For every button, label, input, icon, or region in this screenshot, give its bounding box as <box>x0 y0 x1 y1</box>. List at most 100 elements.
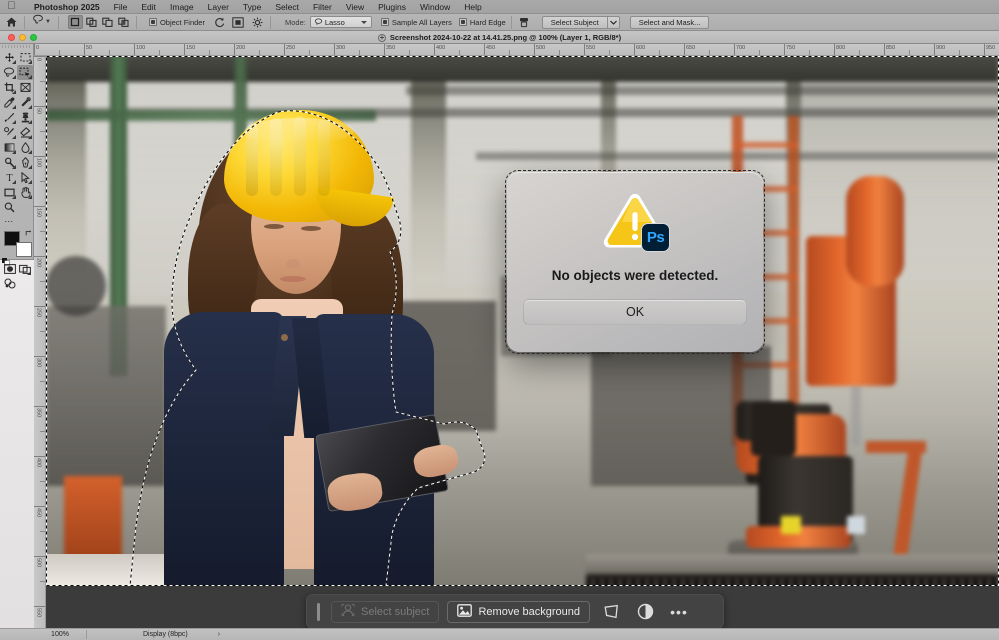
close-button[interactable] <box>8 34 15 41</box>
select-and-mask-button[interactable]: Select and Mask... <box>630 16 710 29</box>
eyedropper-tool[interactable] <box>1 95 17 110</box>
ruler-tick <box>34 56 46 57</box>
subtract-from-selection-button[interactable] <box>100 15 115 29</box>
hard-edge-option[interactable]: Hard Edge <box>459 18 506 27</box>
screen-mode-icon[interactable] <box>17 261 32 276</box>
history-brush-tool[interactable] <box>1 125 17 140</box>
transform-icon[interactable] <box>598 600 624 624</box>
pen-tool[interactable] <box>17 155 33 170</box>
move-tool[interactable] <box>1 50 17 65</box>
gradient-tool[interactable] <box>1 140 17 155</box>
mode-select[interactable]: Lasso <box>310 16 372 28</box>
menu-item-type[interactable]: Type <box>236 0 268 14</box>
adjustment-contrast-icon[interactable] <box>632 600 658 624</box>
no-objects-detected-dialog: Ps No objects were detected. OK <box>507 172 763 352</box>
refine-edge-brush-icon[interactable] <box>517 15 532 29</box>
menu-item-help[interactable]: Help <box>457 0 488 14</box>
sample-all-layers-checkbox[interactable] <box>381 18 389 26</box>
divider <box>58 16 59 29</box>
divider <box>136 16 137 29</box>
home-icon[interactable] <box>4 15 19 29</box>
chevron-down-icon[interactable]: ▼ <box>45 19 51 25</box>
brush-tool[interactable] <box>1 110 17 125</box>
select-subject-chevron-down-icon[interactable] <box>607 16 620 29</box>
menu-item-view[interactable]: View <box>339 0 371 14</box>
ruler-label: 50 <box>35 108 41 114</box>
menu-item-window[interactable]: Window <box>413 0 457 14</box>
path-selection-tool[interactable] <box>17 170 33 185</box>
zoom-level-field[interactable]: 100% <box>34 631 86 638</box>
menu-item-image[interactable]: Image <box>163 0 201 14</box>
more-tools-ellipsis-icon[interactable]: ⋯ <box>1 215 17 227</box>
new-selection-button[interactable] <box>68 15 83 29</box>
drag-handle-icon[interactable] <box>317 603 320 621</box>
menu-item-select[interactable]: Select <box>268 0 306 14</box>
panel-drag-handle[interactable] <box>2 45 30 48</box>
swap-colors-icon[interactable] <box>25 229 33 237</box>
object-finder-checkbox[interactable] <box>149 18 157 26</box>
add-to-selection-button[interactable] <box>84 15 99 29</box>
menu-item-photoshop[interactable]: Photoshop 2025 <box>27 0 107 14</box>
color-themes-icon[interactable] <box>2 276 18 291</box>
horizontal-type-tool[interactable]: T <box>1 170 17 185</box>
dodge-tool[interactable] <box>1 155 17 170</box>
tool-preset-picker[interactable]: ▼ <box>30 15 53 29</box>
photoshop-app-badge-icon: Ps <box>641 223 670 252</box>
menu-item-filter[interactable]: Filter <box>306 0 339 14</box>
ruler-tick <box>34 306 46 307</box>
sample-all-layers-option[interactable]: Sample All Layers <box>381 18 452 27</box>
apple-logo-icon[interactable]:  <box>6 1 17 13</box>
background-color-swatch[interactable] <box>16 242 32 257</box>
more-options-icon[interactable]: ••• <box>666 600 692 624</box>
gear-icon[interactable] <box>250 15 265 29</box>
status-bar-left-strip <box>0 628 34 640</box>
clone-stamp-tool[interactable] <box>17 110 33 125</box>
window-controls <box>0 34 37 41</box>
horizontal-ruler[interactable]: 0501001502002503003504004505005506006507… <box>34 44 999 56</box>
menu-item-layer[interactable]: Layer <box>201 0 236 14</box>
remove-background-task-button[interactable]: Remove background <box>447 601 590 623</box>
select-subject-button[interactable]: Select Subject <box>542 16 608 29</box>
ruler-tick <box>34 356 46 357</box>
ruler-label: 750 <box>784 45 795 51</box>
close-icon[interactable] <box>378 34 386 42</box>
zoom-tool[interactable] <box>1 200 17 215</box>
quick-mask-mode-icon[interactable] <box>2 261 17 276</box>
document-tab[interactable]: Screenshot 2024-10-22 at 14.41.25.png @ … <box>0 31 999 44</box>
options-bar: ▼ Object Finder <box>0 14 999 31</box>
vertical-ruler[interactable]: 050100150200250300350400450500550 <box>34 56 46 628</box>
ruler-label: 0 <box>34 45 39 51</box>
rectangle-tool[interactable] <box>1 185 17 200</box>
eraser-tool[interactable] <box>17 125 33 140</box>
object-finder-label: Object Finder <box>160 18 205 27</box>
ruler-label: 100 <box>134 45 145 51</box>
rectangular-marquee-tool[interactable] <box>17 50 33 65</box>
lasso-tool[interactable] <box>1 65 17 80</box>
default-colors-icon[interactable] <box>2 253 10 261</box>
maximize-button[interactable] <box>30 34 37 41</box>
chevron-right-icon[interactable]: › <box>218 631 220 638</box>
show-all-objects-icon[interactable] <box>231 15 246 29</box>
hand-tool[interactable] <box>17 185 33 200</box>
ruler-tick <box>34 606 46 607</box>
hard-edge-checkbox[interactable] <box>459 18 467 26</box>
menu-item-plugins[interactable]: Plugins <box>371 0 413 14</box>
refresh-icon[interactable] <box>212 15 227 29</box>
dialog-ok-button[interactable]: OK <box>523 299 747 325</box>
minimize-button[interactable] <box>19 34 26 41</box>
crop-tool[interactable] <box>1 80 17 95</box>
spot-healing-brush-tool[interactable] <box>17 95 33 110</box>
object-selection-tool[interactable] <box>17 65 33 80</box>
object-finder-option[interactable]: Object Finder <box>149 18 205 27</box>
ruler-label: 550 <box>584 45 595 51</box>
menu-item-edit[interactable]: Edit <box>134 0 163 14</box>
ruler-label: 900 <box>934 45 945 51</box>
status-info[interactable]: Display (8bpc) › <box>87 631 220 638</box>
intersect-with-selection-button[interactable] <box>116 15 131 29</box>
frame-tool[interactable] <box>17 80 33 95</box>
dialog-icon-group: Ps <box>602 192 668 250</box>
select-subject-task-button[interactable]: Select subject <box>331 601 439 623</box>
blur-tool[interactable] <box>17 140 33 155</box>
mode-select-value: Lasso <box>325 18 345 27</box>
menu-item-file[interactable]: File <box>107 0 135 14</box>
